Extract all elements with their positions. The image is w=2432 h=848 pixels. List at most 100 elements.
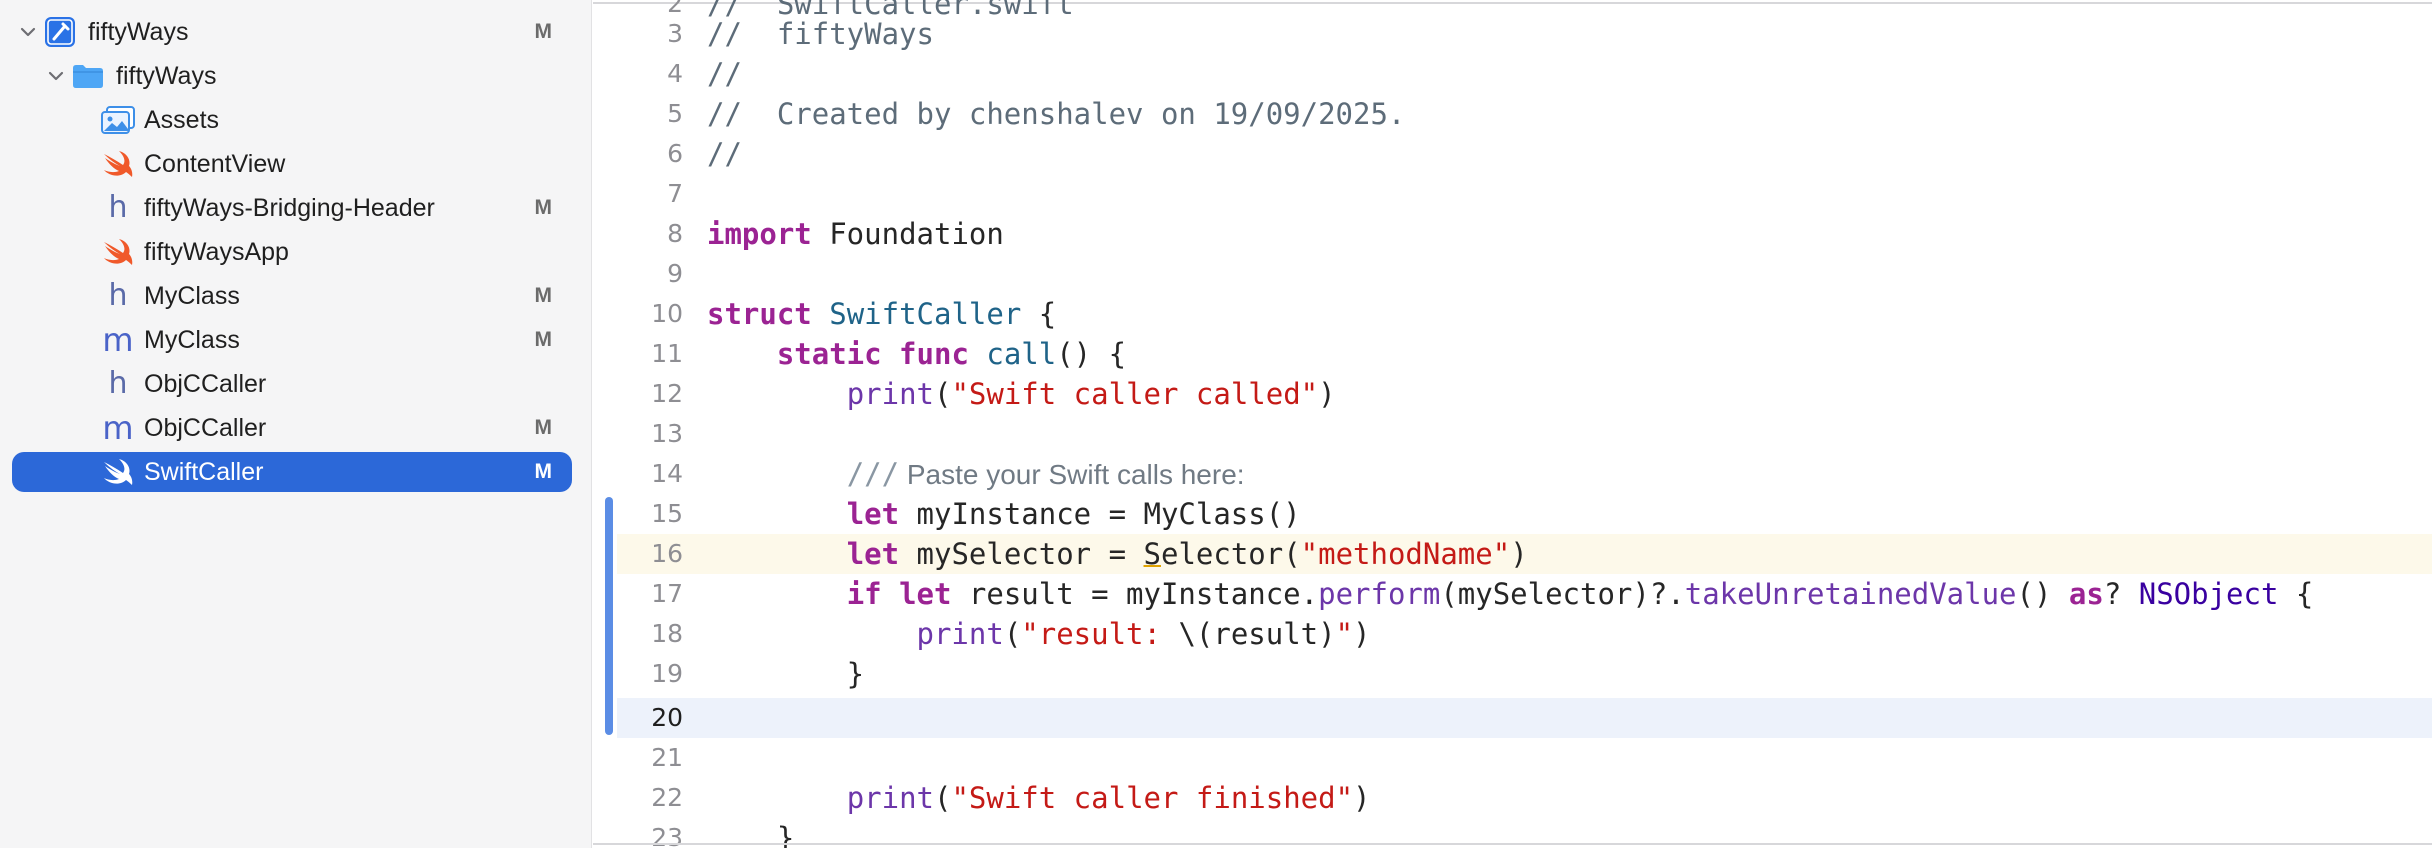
xcode-project-icon (42, 12, 78, 52)
swift-icon (100, 232, 136, 272)
code-text: print("Swift caller finished") (846, 781, 1371, 815)
project-navigator: fiftyWays M fiftyWays Assets ContentView… (0, 0, 592, 848)
line-number: 18 (651, 619, 683, 648)
nav-item-objccaller-m[interactable]: m ObjCCaller M (12, 408, 572, 448)
source-editor[interactable]: 2 // SwiftCaller.swift 3 // fiftyWays 4 … (593, 0, 2432, 848)
code-line[interactable]: 9 (593, 254, 2432, 294)
objc-icon: m (102, 321, 134, 359)
code-line[interactable]: 18 print("result: \(result)") (593, 614, 2432, 654)
code-line[interactable]: 14 /// Paste your Swift calls here: (593, 454, 2432, 494)
chevron-down-icon[interactable] (44, 56, 68, 96)
file-name: Assets (144, 106, 220, 134)
line-number: 20 (651, 703, 683, 732)
code-text: // (707, 57, 742, 91)
file-name: MyClass (144, 282, 240, 310)
code-line[interactable]: 22 print("Swift caller finished") (593, 778, 2432, 818)
code-text: struct SwiftCaller { (707, 297, 1057, 331)
nav-item-project[interactable]: fiftyWays M (12, 12, 572, 52)
file-name: ObjCCaller (144, 370, 267, 398)
line-number: 22 (651, 783, 683, 812)
code-line[interactable]: 21 (593, 738, 2432, 778)
code-line[interactable]: 13 (593, 414, 2432, 454)
source-control-badge: M (534, 284, 553, 307)
code-text: let myInstance = MyClass() (846, 497, 1301, 531)
nav-item-myclass-m[interactable]: m MyClass M (12, 320, 572, 360)
code-line[interactable]: 15 let myInstance = MyClass() (593, 494, 2432, 534)
file-name: fiftyWays-Bridging-Header (144, 194, 435, 222)
source-control-badge: M (534, 416, 553, 439)
code-text: // (707, 137, 742, 171)
line-number: 8 (667, 219, 683, 248)
nav-item-group[interactable]: fiftyWays (12, 56, 572, 96)
header-icon: h (108, 278, 128, 313)
source-control-badge: M (534, 328, 553, 351)
code-line[interactable]: 19 } (593, 654, 2432, 694)
line-number: 3 (667, 19, 683, 48)
code-text: print("Swift caller called") (846, 377, 1336, 411)
code-text: // Created by chenshalev on 19/09/2025. (707, 97, 1406, 131)
code-line[interactable]: 4 // (593, 54, 2432, 94)
file-name: ContentView (144, 150, 286, 178)
code-text: if let result = myInstance.perform(mySel… (846, 577, 2314, 611)
code-text: // fiftyWays (707, 17, 934, 51)
nav-item-fiftywaysapp[interactable]: fiftyWaysApp (12, 232, 572, 272)
editor-bottom-border (593, 843, 2432, 845)
swift-icon (100, 144, 136, 184)
code-line[interactable]: 5 // Created by chenshalev on 19/09/2025… (593, 94, 2432, 134)
nav-item-myclass-h[interactable]: h MyClass M (12, 276, 572, 316)
group-name: fiftyWays (116, 62, 217, 90)
code-line-current[interactable]: 20 (617, 698, 2432, 738)
chevron-down-icon[interactable] (16, 12, 40, 52)
line-number: 4 (667, 59, 683, 88)
code-line[interactable]: 12 print("Swift caller called") (593, 374, 2432, 414)
warning-underline: S (1143, 537, 1161, 571)
code-text: } (707, 657, 865, 691)
code-text: print("result: \(result)") (916, 617, 1371, 651)
line-number: 17 (651, 579, 683, 608)
code-text: let mySelector = Selector("methodName") (846, 537, 1528, 571)
nav-item-assets[interactable]: Assets (12, 100, 572, 140)
nav-item-swiftcaller[interactable]: SwiftCaller M (12, 452, 572, 492)
line-number: 9 (667, 259, 683, 288)
code-line[interactable]: 8 import Foundation (593, 214, 2432, 254)
code-text: static func call() { (776, 337, 1127, 371)
assets-icon (100, 100, 136, 140)
line-number: 10 (651, 299, 683, 328)
line-number: 6 (667, 139, 683, 168)
line-number: 21 (651, 743, 683, 772)
line-number: 16 (651, 539, 683, 568)
code-line[interactable]: 3 // fiftyWays (593, 14, 2432, 54)
header-icon: h (108, 190, 128, 225)
code-line[interactable]: 10 struct SwiftCaller { (593, 294, 2432, 334)
objc-icon: m (102, 409, 134, 447)
project-name: fiftyWays (88, 18, 189, 46)
file-name: MyClass (144, 326, 240, 354)
source-control-badge: M (534, 196, 553, 219)
code-line-highlighted[interactable]: 16 let mySelector = Selector("methodName… (617, 534, 2432, 574)
nav-item-contentview[interactable]: ContentView (12, 144, 572, 184)
line-number: 15 (651, 499, 683, 528)
line-number: 11 (651, 339, 683, 368)
nav-item-bridging-header[interactable]: h fiftyWays-Bridging-Header M (12, 188, 572, 228)
swift-icon (100, 452, 136, 492)
file-name: fiftyWaysApp (144, 238, 289, 266)
code-line[interactable]: 6 // (593, 134, 2432, 174)
folder-icon (70, 56, 106, 96)
source-control-badge: M (534, 460, 553, 483)
code-line[interactable]: 17 if let result = myInstance.perform(my… (593, 574, 2432, 614)
line-number: 7 (667, 179, 683, 208)
line-number: 14 (651, 459, 683, 488)
code-text: import Foundation (707, 217, 1004, 251)
file-name: ObjCCaller (144, 414, 267, 442)
line-number: 5 (667, 99, 683, 128)
line-number: 13 (651, 419, 683, 448)
header-icon: h (108, 366, 128, 401)
code-line[interactable]: 11 static func call() { (593, 334, 2432, 374)
file-name: SwiftCaller (144, 458, 264, 486)
source-control-badge: M (534, 20, 553, 43)
code-text: /// Paste your Swift calls here: (846, 457, 1245, 491)
line-number: 12 (651, 379, 683, 408)
nav-item-objccaller-h[interactable]: h ObjCCaller (12, 364, 572, 404)
line-number: 19 (651, 659, 683, 688)
code-line[interactable]: 7 (593, 174, 2432, 214)
